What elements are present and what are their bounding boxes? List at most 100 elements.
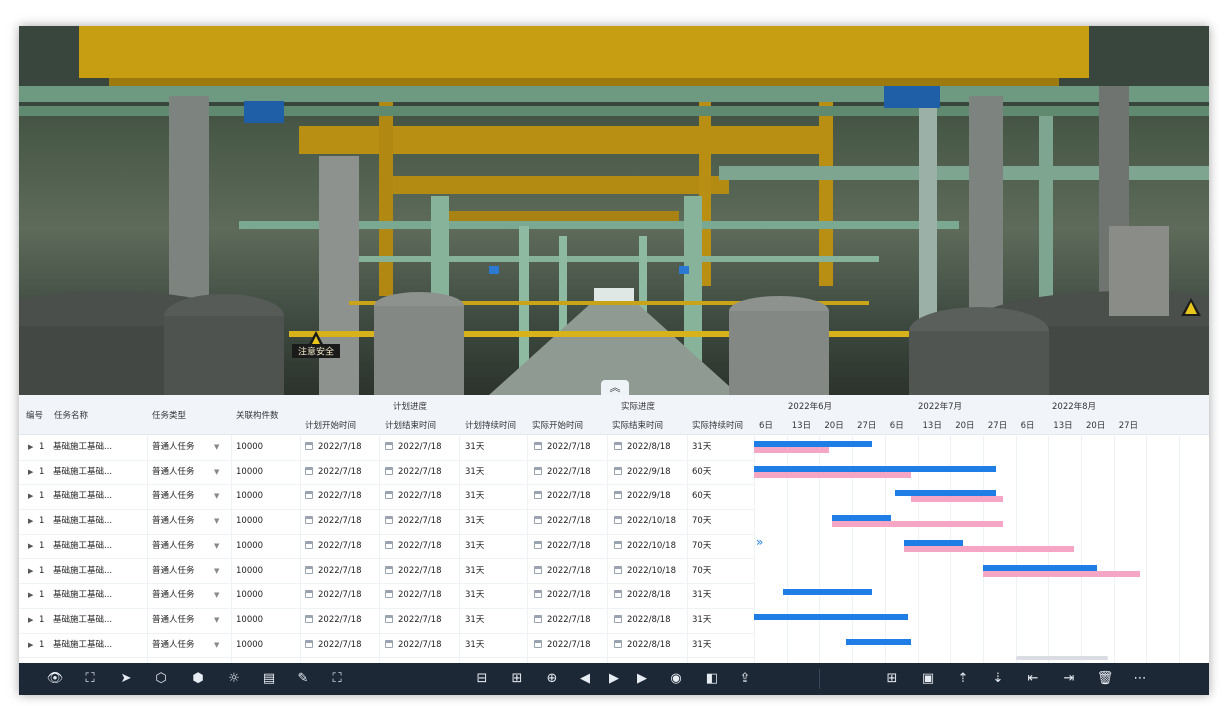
section-box-icon[interactable]: ⊟ [473,670,491,688]
task-type-select[interactable]: 普通人任务 [152,633,195,657]
cube-rotate-icon[interactable]: ⬢ [189,670,207,688]
globe-icon[interactable]: ⊕ [543,670,561,688]
actual-start-date[interactable]: 2022/7/18 [547,491,591,501]
table-row[interactable]: ▶ 1 基础施工基础... 普通人任务 ▼ 10000 2022/7/18 2022/7/18… [19,534,754,560]
calendar-icon[interactable] [385,565,393,574]
calendar-icon[interactable] [614,639,622,648]
calendar-icon[interactable] [534,614,542,623]
calendar-icon[interactable] [305,565,313,574]
building-icon[interactable]: ▤ [260,670,278,688]
task-type-select[interactable]: 普通人任务 [152,460,195,484]
plan-end-date[interactable]: 2022/7/18 [398,491,442,501]
expand-row-icon[interactable]: ▶ [28,633,33,657]
plan-end-date[interactable]: 2022/7/18 [398,566,442,576]
actual-end-date[interactable]: 2022/10/18 [627,541,676,551]
actual-end-date[interactable]: 2022/9/18 [627,491,671,501]
add-icon[interactable]: ⊞ [883,670,901,688]
expand-row-icon[interactable]: ▶ [28,484,33,508]
task-name[interactable]: 基础施工基础... [53,559,112,583]
expand-row-icon[interactable]: ▶ [28,460,33,484]
chevron-down-icon[interactable]: ▼ [214,509,219,533]
calendar-icon[interactable] [305,614,313,623]
gantt-actual-bar[interactable] [982,570,1140,577]
calendar-icon[interactable] [614,540,622,549]
section-plane-icon[interactable]: ⊞ [508,670,526,688]
table-row[interactable]: ▶ 1 基础施工基础... 普通人任务 ▼ 10000 2022/7/18 2022/7/18… [19,608,754,634]
outdent-icon[interactable]: ⇤ [1024,670,1042,688]
chevron-down-icon[interactable]: ▼ [214,484,219,508]
task-name[interactable]: 基础施工基础... [53,534,112,558]
table-row[interactable]: ▶ 1 基础施工基础... 普通人任务 ▼ 10000 2022/7/18 2022/7/18… [19,633,754,659]
calendar-icon[interactable] [534,516,542,525]
calendar-icon[interactable] [305,491,313,500]
calendar-icon[interactable] [614,516,622,525]
fullscreen-icon[interactable]: ⛶ [328,670,346,688]
task-name[interactable]: 基础施工基础... [53,608,112,632]
calendar-icon[interactable] [305,466,313,475]
calendar-icon[interactable] [534,590,542,599]
actual-end-date[interactable]: 2022/8/18 [627,640,671,650]
calendar-icon[interactable] [385,491,393,500]
plan-start-date[interactable]: 2022/7/18 [318,491,362,501]
calendar-icon[interactable] [385,516,393,525]
gantt-actual-bar[interactable] [832,521,1003,528]
actual-start-date[interactable]: 2022/7/18 [547,640,591,650]
task-type-select[interactable]: 普通人任务 [152,559,195,583]
calendar-icon[interactable] [614,590,622,599]
chevron-down-icon[interactable]: ▼ [214,633,219,657]
actual-end-date[interactable]: 2022/10/18 [627,566,676,576]
send-icon[interactable]: ➤ [117,670,135,688]
table-row[interactable]: ▶ 1 基础施工基础... 普通人任务 ▼ 10000 2022/7/18 2022/7/18… [19,460,754,486]
chevron-down-icon[interactable]: ▼ [214,435,219,459]
plan-start-date[interactable]: 2022/7/18 [318,640,362,650]
next-icon[interactable]: ▶ [633,670,651,688]
plan-end-date[interactable]: 2022/7/18 [398,467,442,477]
calendar-icon[interactable] [385,540,393,549]
calendar-icon[interactable] [385,466,393,475]
task-type-select[interactable]: 普通人任务 [152,534,195,558]
task-type-select[interactable]: 普通人任务 [152,583,195,607]
chevron-down-icon[interactable]: ▼ [214,583,219,607]
actual-start-date[interactable]: 2022/7/18 [547,541,591,551]
task-type-select[interactable]: 普通人任务 [152,484,195,508]
table-row[interactable]: ▶ 1 基础施工基础... 普通人任务 ▼ 10000 2022/7/18 2022/7/18… [19,435,754,461]
plan-start-date[interactable]: 2022/7/18 [318,541,362,551]
gantt-plan-bar[interactable] [783,589,872,596]
actual-start-date[interactable]: 2022/7/18 [547,467,591,477]
expand-row-icon[interactable]: ▶ [28,534,33,558]
gantt-plan-bar[interactable] [845,638,911,645]
prev-icon[interactable]: ◀ [576,670,594,688]
gantt-plan-bar[interactable] [754,613,908,620]
move-down-icon[interactable]: ⇣ [989,670,1007,688]
expand-right-icon[interactable]: » [756,535,763,549]
actual-start-date[interactable]: 2022/7/18 [547,615,591,625]
bim-3d-viewport[interactable]: 注意安全 ︽ [19,26,1209,395]
chevron-down-icon[interactable]: ▼ [214,608,219,632]
table-row[interactable]: ▶ 1 基础施工基础... 普通人任务 ▼ 10000 2022/7/18 2022/7/18… [19,509,754,535]
eye-icon[interactable]: 👁 [46,670,64,688]
calendar-icon[interactable] [534,540,542,549]
compare-icon[interactable]: ◧ [703,670,721,688]
calendar-icon[interactable] [305,590,313,599]
calendar-icon[interactable] [534,491,542,500]
table-row[interactable]: ▶ 1 基础施工基础... 普通人任务 ▼ 10000 2022/7/18 2022/7/18… [19,559,754,585]
add-child-icon[interactable]: ▣ [919,670,937,688]
collapse-panel-toggle[interactable]: ︽ [601,380,629,395]
plan-end-date[interactable]: 2022/7/18 [398,516,442,526]
plan-end-date[interactable]: 2022/7/18 [398,640,442,650]
chevron-down-icon[interactable]: ▼ [214,460,219,484]
cube-icon[interactable]: ⬡ [152,670,170,688]
expand-row-icon[interactable]: ▶ [28,583,33,607]
play-icon[interactable]: ▶ [605,670,623,688]
delete-icon[interactable]: 🗑 [1096,670,1114,688]
plan-end-date[interactable]: 2022/7/18 [398,615,442,625]
calendar-icon[interactable] [614,442,622,450]
task-type-select[interactable]: 普通人任务 [152,509,195,533]
expand-row-icon[interactable]: ▶ [28,435,33,459]
table-row[interactable]: ▶ 1 基础施工基础... 普通人任务 ▼ 10000 2022/7/18 2022/7/18… [19,484,754,511]
plan-start-date[interactable]: 2022/7/18 [318,590,362,600]
expand-row-icon[interactable]: ▶ [28,509,33,533]
gantt-actual-bar[interactable] [754,471,911,478]
plan-start-date[interactable]: 2022/7/18 [318,566,362,576]
calendar-icon[interactable] [385,614,393,623]
